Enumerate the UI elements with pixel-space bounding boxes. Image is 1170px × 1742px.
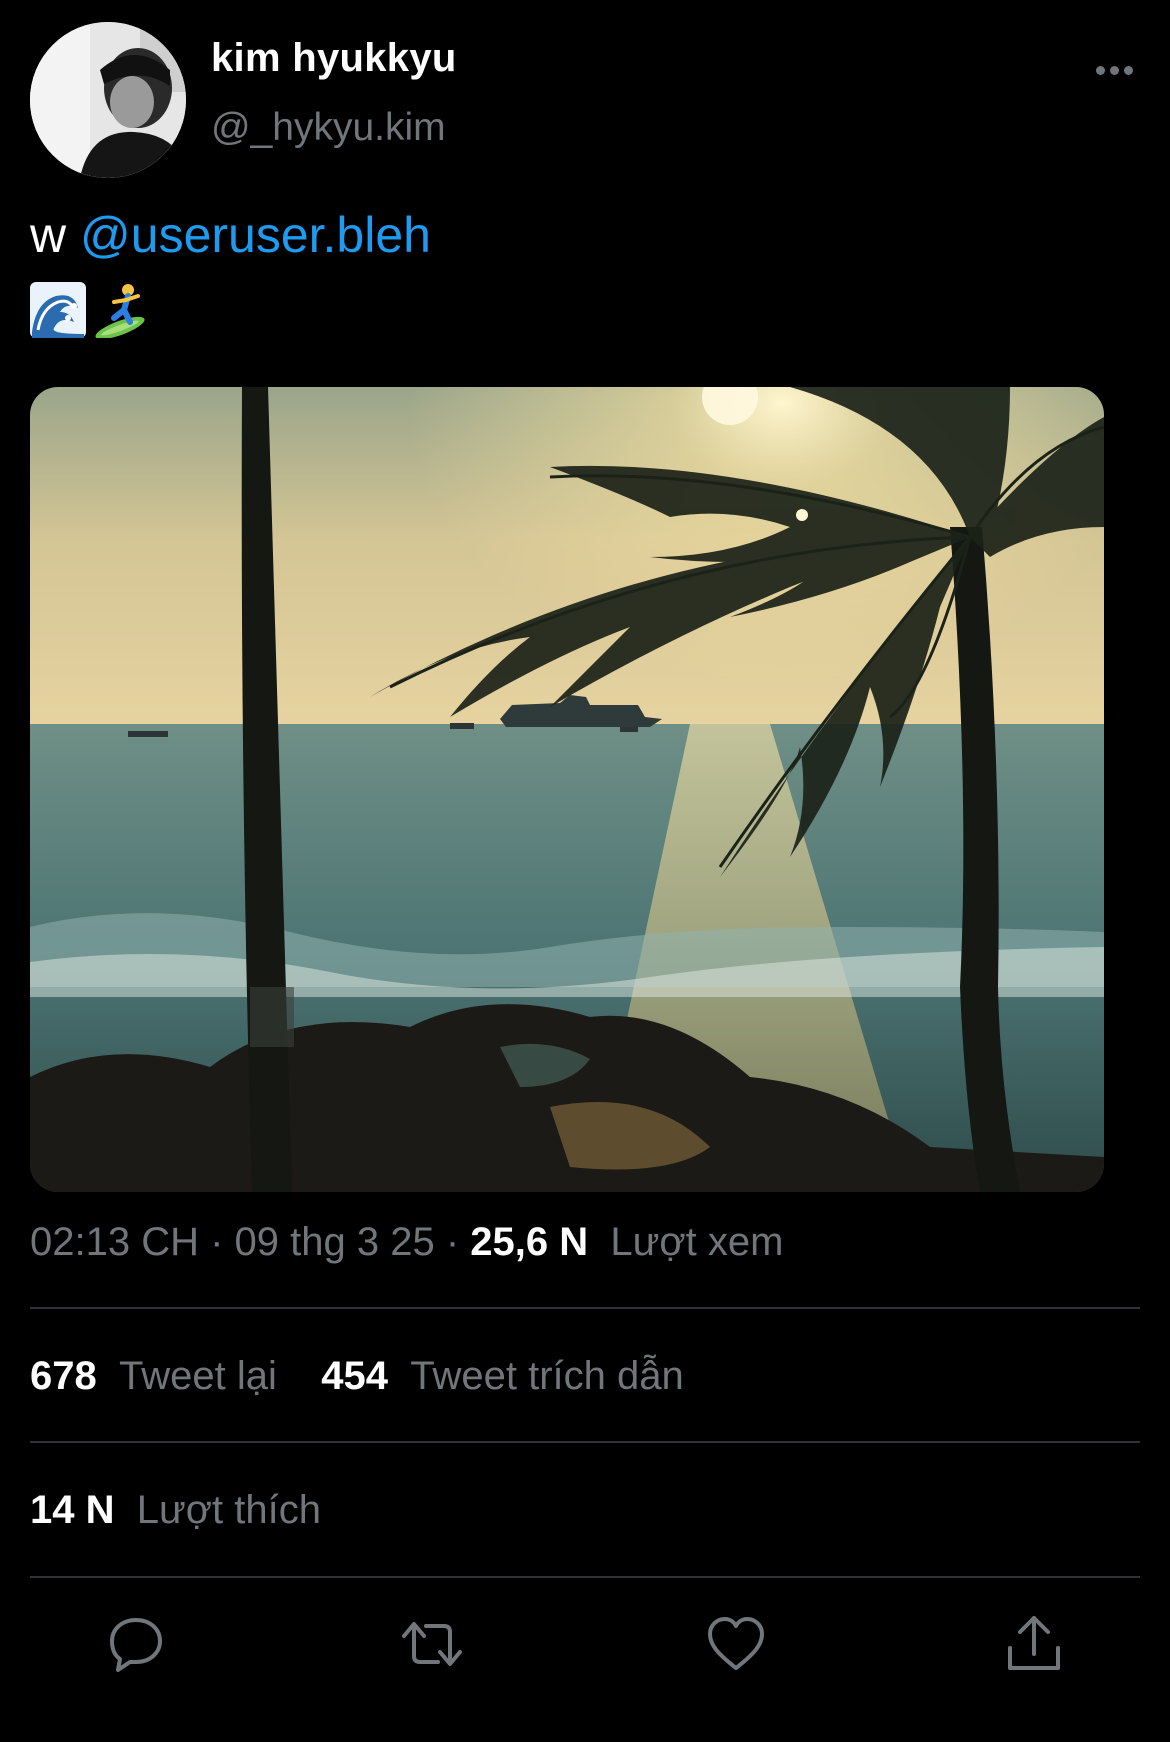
- retweet-icon[interactable]: [400, 1612, 464, 1676]
- meta-separator: ·: [198, 1220, 235, 1264]
- wave-emoji-icon: [30, 282, 86, 338]
- quotes-count: 454: [321, 1354, 389, 1398]
- retweets-count: 678: [30, 1354, 97, 1398]
- tweet-header: kim hyukkyu @_hykyu.kim: [30, 22, 1140, 182]
- author-display-name[interactable]: kim hyukkyu: [211, 36, 457, 81]
- quotes-stat[interactable]: 454 Tweet trích dẫn: [321, 1354, 683, 1398]
- likes-count: 14 N: [30, 1488, 115, 1532]
- tweet-text: w @useruser.bleh: [30, 205, 431, 265]
- likes-stats: 14 N Lượt thích: [30, 1488, 321, 1533]
- share-icon[interactable]: [1002, 1612, 1066, 1676]
- tweet-date[interactable]: 09 thg 3 25: [235, 1220, 435, 1264]
- more-options-icon[interactable]: [1096, 60, 1136, 80]
- reply-icon[interactable]: [104, 1612, 168, 1676]
- like-icon[interactable]: [704, 1612, 768, 1676]
- views-label: Lượt xem: [610, 1220, 784, 1264]
- author-handle[interactable]: @_hykyu.kim: [211, 106, 446, 150]
- likes-stat[interactable]: 14 N Lượt thích: [30, 1488, 321, 1532]
- tweet-meta: 02:13 CH · 09 thg 3 25 · 25,6 N Lượt xem: [30, 1220, 783, 1265]
- engagement-stats: 678 Tweet lại 454 Tweet trích dẫn: [30, 1354, 684, 1399]
- likes-label: Lượt thích: [136, 1488, 321, 1532]
- emoji-row: [30, 282, 150, 338]
- tweet-photo[interactable]: [30, 387, 1104, 1192]
- meta-separator: ·: [434, 1220, 471, 1264]
- divider: [30, 1307, 1140, 1309]
- mention-link[interactable]: @useruser.bleh: [80, 207, 431, 263]
- tweet-time[interactable]: 02:13 CH: [30, 1220, 199, 1264]
- retweets-label: Tweet lại: [118, 1354, 277, 1398]
- surfer-emoji-icon: [94, 282, 150, 338]
- tweet-prefix: w: [30, 207, 80, 263]
- avatar[interactable]: [30, 22, 186, 178]
- views-count: 25,6 N: [470, 1220, 589, 1264]
- action-bar: [0, 1612, 1170, 1692]
- divider: [30, 1576, 1140, 1578]
- divider: [30, 1441, 1140, 1443]
- quotes-label: Tweet trích dẫn: [410, 1354, 684, 1398]
- retweets-stat[interactable]: 678 Tweet lại: [30, 1354, 277, 1398]
